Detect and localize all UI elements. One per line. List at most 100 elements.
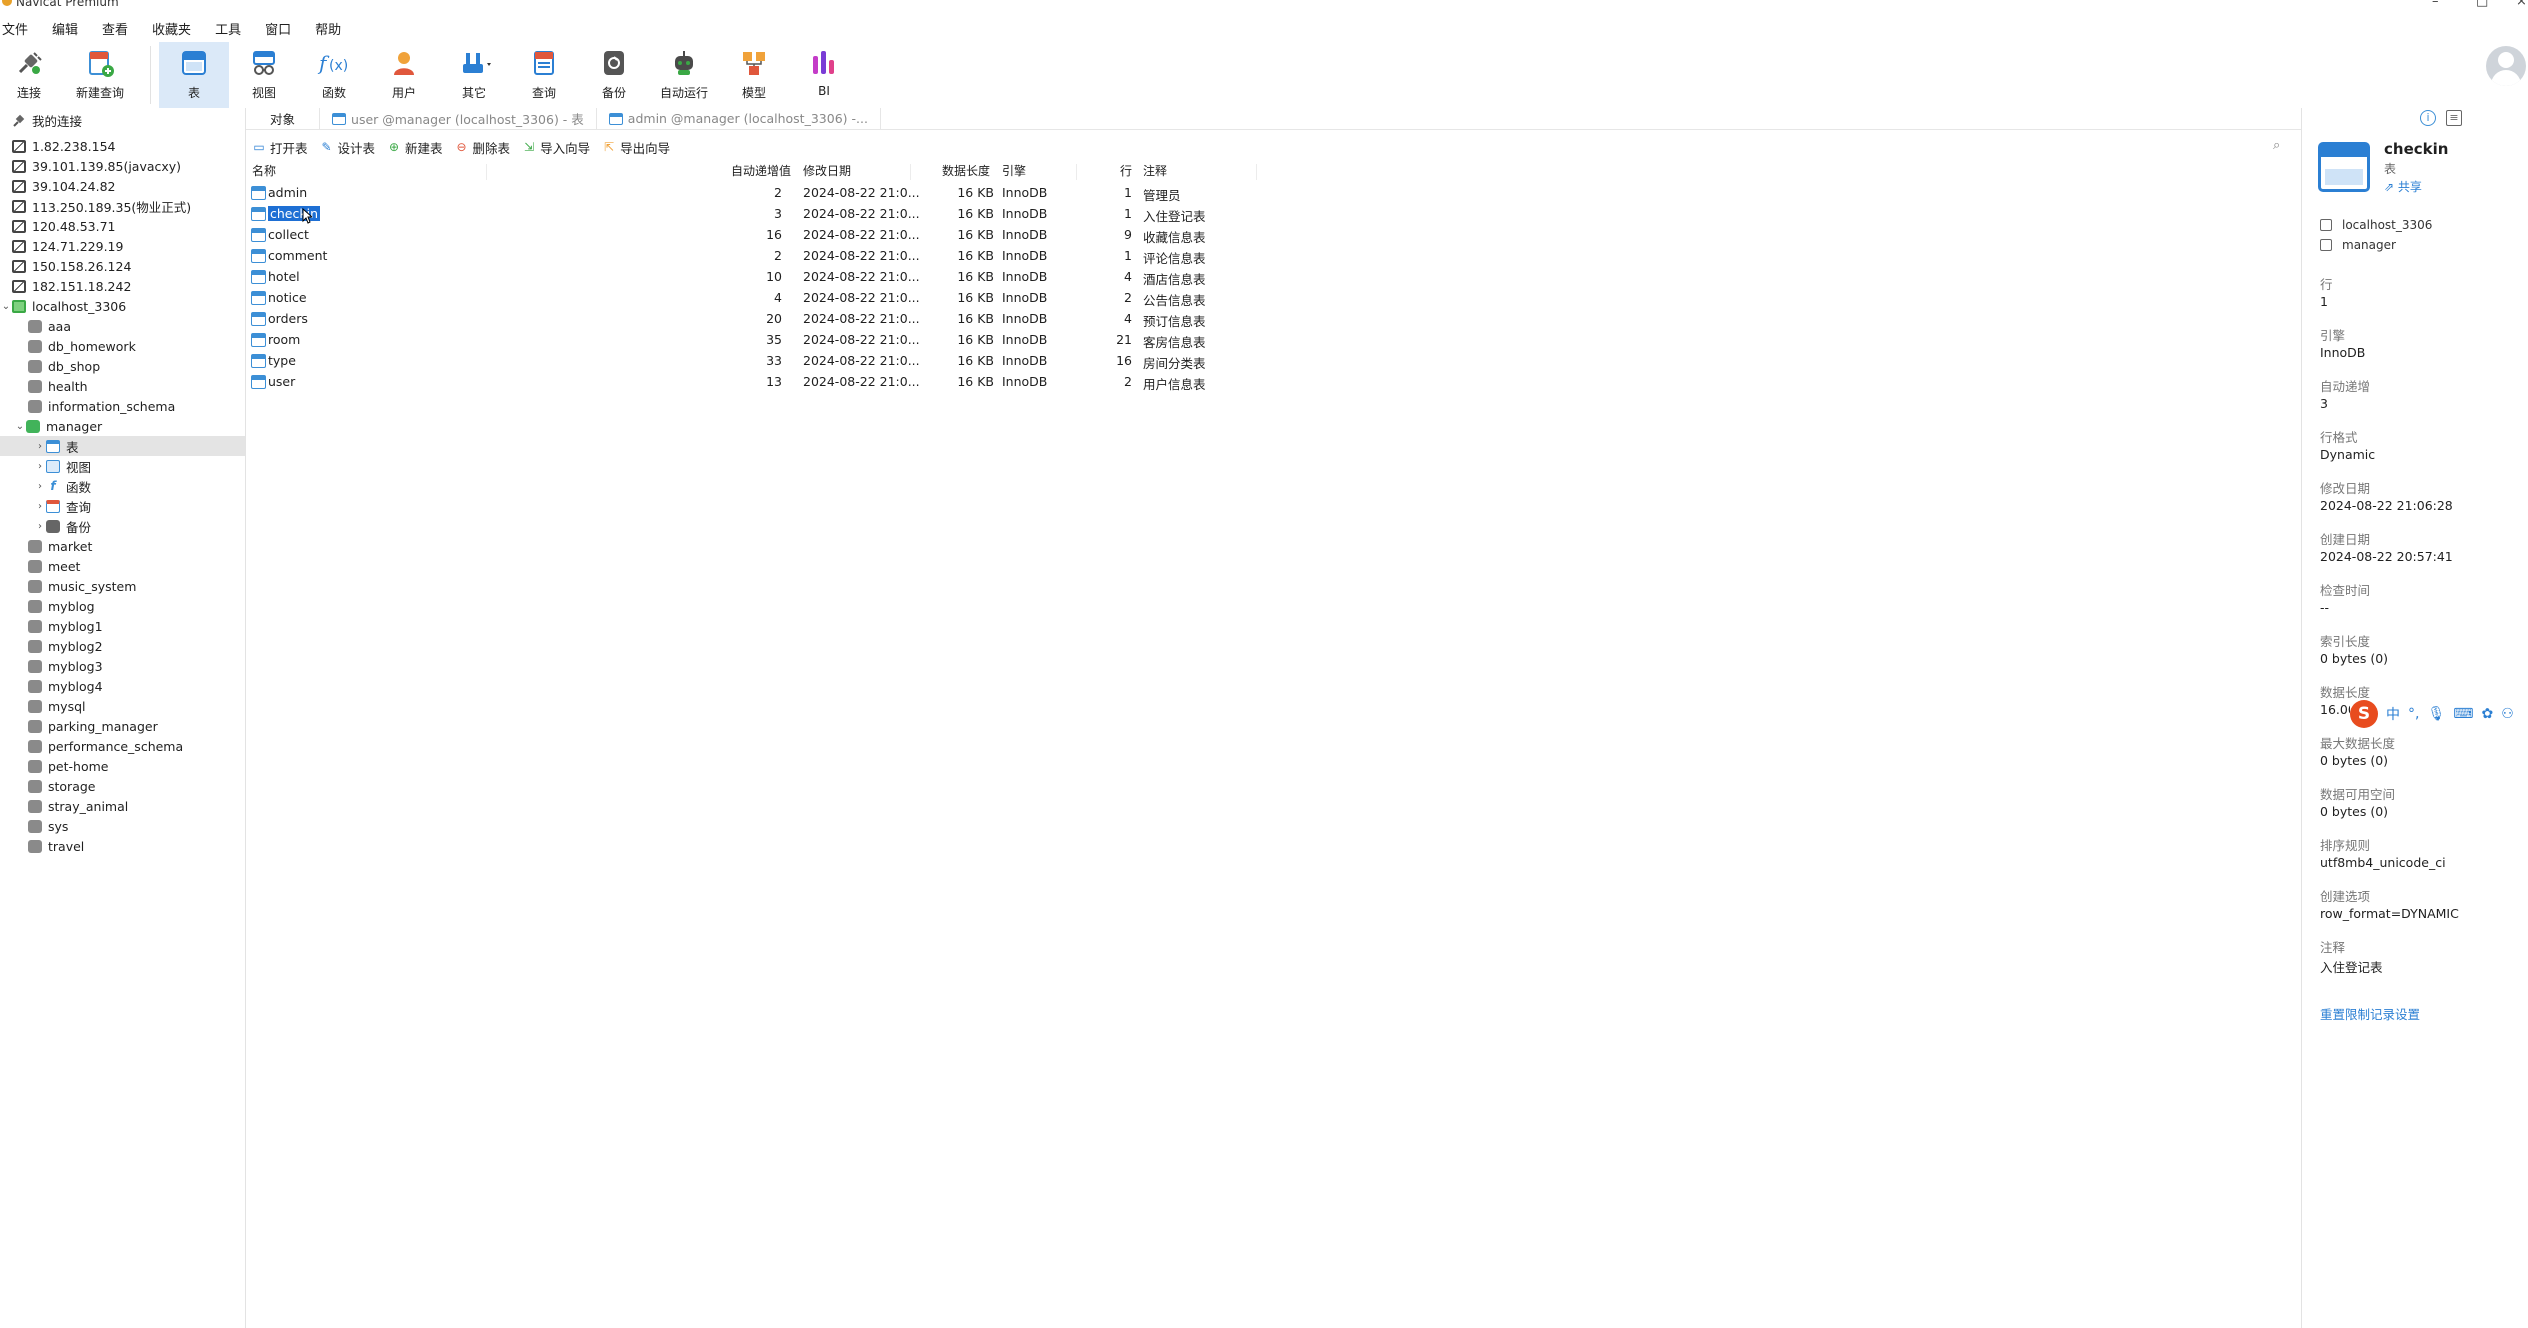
tree-connection-active[interactable]: ⌄ localhost_3306 xyxy=(0,296,245,316)
tab-objects[interactable]: 对象 xyxy=(246,108,321,129)
ime-mode-toggle[interactable]: 中 xyxy=(2386,704,2400,724)
tree-database[interactable]: db_shop xyxy=(0,356,245,376)
tree-database[interactable]: mysql xyxy=(0,696,245,716)
column-divider[interactable] xyxy=(1076,164,1077,180)
tree-functions-node[interactable]: › f 函数 xyxy=(0,476,245,496)
tree-database[interactable]: db_homework xyxy=(0,336,245,356)
tree-database[interactable]: myblog4 xyxy=(0,676,245,696)
import-wizard-button[interactable]: ⇲ 导入向导 xyxy=(522,138,590,157)
table-row[interactable]: notice 4 2024-08-22 21:0... 16 KB InnoDB 2 公告信… xyxy=(246,288,1266,309)
chevron-right-icon[interactable]: › xyxy=(34,461,46,472)
tree-database[interactable]: health xyxy=(0,376,245,396)
tree-database-open[interactable]: ⌄ manager xyxy=(0,416,245,436)
info-icon[interactable]: i xyxy=(2420,110,2436,126)
column-header-modified[interactable]: 修改日期 xyxy=(803,162,851,182)
chevron-right-icon[interactable]: › xyxy=(34,481,46,492)
delete-table-button[interactable]: ⊖ 删除表 xyxy=(455,138,511,157)
user-button[interactable]: 用户 xyxy=(369,42,439,108)
column-divider[interactable] xyxy=(910,164,911,180)
user-avatar[interactable] xyxy=(2486,46,2526,86)
table-row[interactable]: comment 2 2024-08-22 21:0... 16 KB InnoDB 1 评论… xyxy=(246,246,1266,267)
tree-connection[interactable]: 120.48.53.71 xyxy=(0,216,245,236)
tree-database[interactable]: parking_manager xyxy=(0,716,245,736)
view-button[interactable]: 视图 xyxy=(229,42,299,108)
query-button[interactable]: 查询 xyxy=(509,42,579,108)
chevron-right-icon[interactable]: › xyxy=(34,441,46,452)
tree-queries-node[interactable]: › 查询 xyxy=(0,496,245,516)
tree-database[interactable]: stray_animal xyxy=(0,796,245,816)
tree-database[interactable]: performance_schema xyxy=(0,736,245,756)
table-button[interactable]: 表 xyxy=(159,42,229,108)
tree-tables-node[interactable]: › 表 xyxy=(0,436,245,456)
tree-connection[interactable]: 124.71.229.19 xyxy=(0,236,245,256)
tree-database[interactable]: storage xyxy=(0,776,245,796)
table-row[interactable]: checkin 3 2024-08-22 21:0... 16 KB InnoDB 1 入住… xyxy=(246,204,1266,225)
tab-admin-table[interactable]: admin @manager (localhost_3306) -... xyxy=(597,108,881,129)
table-row[interactable]: admin 2 2024-08-22 21:0... 16 KB InnoDB 1 管理员 xyxy=(246,183,1266,204)
column-header-data-length[interactable]: 数据长度 xyxy=(942,162,990,182)
column-divider[interactable] xyxy=(1256,164,1257,180)
column-header-auto-increment[interactable]: 自动递增值 xyxy=(731,162,791,182)
minimize-button[interactable]: – xyxy=(2432,0,2439,9)
new-query-button[interactable]: 新建查询 xyxy=(58,42,142,108)
tree-connection[interactable]: 39.101.139.85(javacxy) xyxy=(0,156,245,176)
tree-database[interactable]: myblog3 xyxy=(0,656,245,676)
tree-database[interactable]: market xyxy=(0,536,245,556)
menu-edit[interactable]: 编辑 xyxy=(52,19,88,38)
maximize-button[interactable]: □ xyxy=(2476,0,2488,9)
tree-database[interactable]: aaa xyxy=(0,316,245,336)
chevron-right-icon[interactable]: › xyxy=(34,521,46,532)
tree-database[interactable]: myblog2 xyxy=(0,636,245,656)
table-row[interactable]: orders 20 2024-08-22 21:0... 16 KB InnoDB 4 预订… xyxy=(246,309,1266,330)
other-button[interactable]: 其它 xyxy=(439,42,509,108)
tree-database[interactable]: sys xyxy=(0,816,245,836)
new-table-button[interactable]: ⊕ 新建表 xyxy=(387,138,443,157)
connect-button[interactable]: 连接 xyxy=(0,42,58,108)
column-header-comment[interactable]: 注释 xyxy=(1143,162,1167,182)
menu-tools[interactable]: 工具 xyxy=(215,19,251,38)
tree-database[interactable]: myblog1 xyxy=(0,616,245,636)
column-header-rows[interactable]: 行 xyxy=(1120,162,1132,182)
close-button[interactable]: × xyxy=(2516,0,2527,9)
tree-database[interactable]: pet-home xyxy=(0,756,245,776)
menu-favorites[interactable]: 收藏夹 xyxy=(152,19,201,38)
punctuation-icon[interactable]: °, xyxy=(2408,706,2419,722)
backup-button[interactable]: 备份 xyxy=(579,42,649,108)
tab-user-table[interactable]: user @manager (localhost_3306) - 表 xyxy=(320,108,597,129)
chevron-down-icon[interactable]: ⌄ xyxy=(14,421,26,432)
chevron-down-icon[interactable]: ⌄ xyxy=(0,301,12,312)
ime-logo[interactable]: S xyxy=(2350,700,2378,728)
design-table-button[interactable]: ✎ 设计表 xyxy=(320,138,375,157)
table-row[interactable]: room 35 2024-08-22 21:0... 16 KB InnoDB 21 客房信… xyxy=(246,330,1266,351)
menu-file[interactable]: 文件 xyxy=(2,19,38,38)
automation-button[interactable]: 自动运行 xyxy=(649,42,719,108)
table-row[interactable]: user 13 2024-08-22 21:0... 16 KB InnoDB 2 用户信息… xyxy=(246,372,1266,393)
menu-help[interactable]: 帮助 xyxy=(315,19,351,38)
menu-view[interactable]: 查看 xyxy=(102,19,138,38)
tree-connection[interactable]: 150.158.26.124 xyxy=(0,256,245,276)
open-table-button[interactable]: ▭ 打开表 xyxy=(252,138,307,157)
chevron-right-icon[interactable]: › xyxy=(34,501,46,512)
tree-connection[interactable]: 39.104.24.82 xyxy=(0,176,245,196)
function-button[interactable]: f (x) 函数 xyxy=(299,42,369,108)
tree-database[interactable]: myblog xyxy=(0,596,245,616)
tree-connection[interactable]: 113.250.189.35(物业正式) xyxy=(0,196,245,216)
tree-database[interactable]: information_schema xyxy=(0,396,245,416)
table-row[interactable]: collect 16 2024-08-22 21:0... 16 KB InnoDB 9 收… xyxy=(246,225,1266,246)
tree-views-node[interactable]: › 视图 xyxy=(0,456,245,476)
table-row[interactable]: type 33 2024-08-22 21:0... 16 KB InnoDB 16 房间分… xyxy=(246,351,1266,372)
gamepad-icon[interactable]: ⚇ xyxy=(2501,706,2514,722)
search-icon[interactable]: ⌕ xyxy=(2273,138,2289,154)
reset-limit-link[interactable]: 重置限制记录设置 xyxy=(2320,1004,2420,1023)
tree-connection[interactable]: 182.151.18.242 xyxy=(0,276,245,296)
model-button[interactable]: 模型 xyxy=(719,42,789,108)
column-header-name[interactable]: 名称 xyxy=(252,162,276,182)
column-header-engine[interactable]: 引擎 xyxy=(1002,162,1026,182)
menu-window[interactable]: 窗口 xyxy=(265,19,301,38)
ddl-icon[interactable]: ≡ xyxy=(2446,110,2462,126)
bi-button[interactable]: BI xyxy=(789,42,859,108)
column-divider[interactable] xyxy=(486,164,487,180)
tree-database[interactable]: travel xyxy=(0,836,245,856)
tree-root-my-connections[interactable]: 我的连接 xyxy=(0,110,245,130)
skin-icon[interactable]: ✿ xyxy=(2481,706,2493,722)
